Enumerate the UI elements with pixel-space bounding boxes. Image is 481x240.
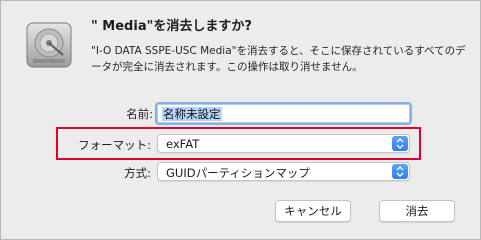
name-field-value: 名称未設定 — [162, 107, 222, 121]
scheme-popup[interactable]: GUIDパーティションマップ — [157, 162, 410, 181]
chevron-updown-icon — [392, 164, 408, 179]
erase-dialog: " Media"を消去しますか? "I-O DATA SSPE-USC Medi… — [0, 0, 481, 240]
scheme-label: 方式: — [124, 166, 151, 180]
highlight-box — [56, 127, 421, 160]
erase-button[interactable]: 消去 — [379, 200, 455, 222]
name-label: 名前: — [126, 107, 153, 121]
scheme-popup-value: GUIDパーティションマップ — [166, 166, 310, 180]
dialog-title: " Media"を消去しますか? — [91, 19, 252, 34]
disk-icon — [23, 19, 75, 71]
dialog-message: "I-O DATA SSPE-USC Media"を消去すると、そこに保存されて… — [91, 45, 466, 73]
cancel-button[interactable]: キャンセル — [275, 200, 351, 222]
name-field[interactable]: 名称未設定 — [157, 104, 410, 123]
